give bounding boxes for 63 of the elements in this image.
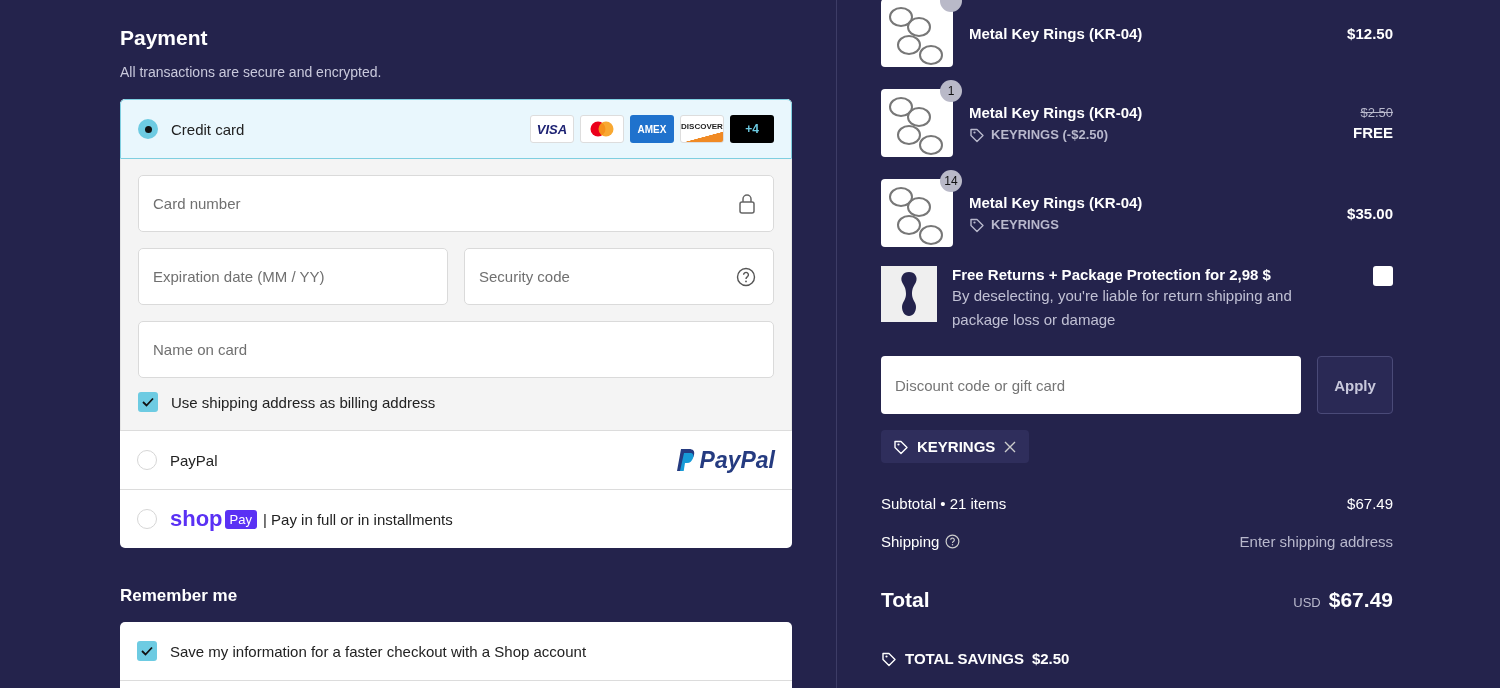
shipping-value: Enter shipping address <box>1239 533 1393 550</box>
visa-logo: VISA <box>530 115 574 143</box>
expiration-date-field[interactable]: Expiration date (MM / YY) <box>138 248 448 305</box>
lock-icon <box>738 193 756 214</box>
item-price: $35.00 <box>1347 204 1393 222</box>
paypal-logo: PayPal <box>675 446 775 474</box>
item-name: Metal Key Rings (KR-04) <box>969 24 1144 42</box>
mastercard-logo <box>580 115 624 143</box>
radio-button[interactable] <box>138 119 158 139</box>
section-title: Payment <box>120 26 209 50</box>
tag-icon <box>969 216 985 233</box>
savings-label: TOTAL SAVINGS <box>905 650 1024 667</box>
item-price: $12.50 <box>1347 24 1393 42</box>
discount-code-field[interactable]: Discount code or gift card <box>881 356 1301 414</box>
payment-method-label[interactable]: PayPal <box>170 451 218 469</box>
savings-value: $2.50 <box>1031 650 1070 667</box>
radio-button[interactable] <box>137 509 157 529</box>
pay-badge: Pay <box>224 509 257 529</box>
key-rings-thumbnail <box>881 0 953 67</box>
name-on-card-field[interactable]: Name on card <box>138 321 774 378</box>
protection-title: Free Returns + Package Protection for 2,98 $ <box>952 266 1272 283</box>
protection-logo <box>881 266 937 322</box>
discount-code: KEYRINGS (-$2.50) <box>991 127 1109 142</box>
total-label: Total <box>881 588 930 612</box>
tag-icon <box>881 650 897 667</box>
quantity-badge: 14 <box>940 170 962 192</box>
discover-logo: DISCOVER <box>680 115 724 143</box>
tag-icon <box>893 438 909 455</box>
apply-button[interactable]: Apply <box>1317 356 1393 414</box>
checkbox-label: Save my information for a faster checkout with a Shop account <box>170 642 587 660</box>
item-price: FREE <box>1353 124 1393 141</box>
total-value: $67.49 <box>1328 588 1393 611</box>
tag-icon <box>969 126 985 143</box>
checkmark-icon <box>141 646 153 656</box>
protection-description: By deselecting, you're liable for return shipping and package loss or damage <box>952 286 1293 330</box>
currency-code: USD <box>1293 595 1321 610</box>
amex-logo: AMEX <box>630 115 674 143</box>
protection-checkbox[interactable] <box>1373 266 1393 286</box>
item-name: Metal Key Rings (KR-04) <box>969 193 1144 211</box>
quantity-badge: 1 <box>940 80 962 102</box>
card-number-field[interactable]: Card number <box>138 175 774 232</box>
checkbox[interactable] <box>138 392 158 412</box>
subtotal-value: $67.49 <box>1347 495 1393 512</box>
applied-code: KEYRINGS <box>917 438 996 455</box>
shipping-label: Shipping <box>881 533 940 550</box>
subtotal-label: Subtotal • 21 items <box>881 495 1007 512</box>
item-name: Metal Key Rings (KR-04) <box>969 103 1144 121</box>
security-code-field[interactable]: Security code <box>464 248 774 305</box>
remove-icon[interactable] <box>1003 439 1018 454</box>
shop-logo: shop <box>170 506 223 532</box>
help-icon[interactable] <box>945 534 961 549</box>
section-subtitle: All transactions are secure and encrypted. <box>120 64 382 80</box>
checkmark-icon <box>142 397 154 407</box>
help-icon <box>736 266 756 287</box>
more-cards-badge: +4 <box>730 115 774 143</box>
payment-method-label[interactable]: Credit card <box>171 120 245 138</box>
radio-button[interactable] <box>137 450 157 470</box>
checkbox[interactable] <box>137 641 157 661</box>
payment-method-label[interactable]: | Pay in full or in installments <box>262 510 453 528</box>
section-title: Remember me <box>120 586 239 606</box>
discount-code: KEYRINGS <box>991 217 1059 232</box>
original-price: $2.50 <box>1360 105 1393 120</box>
checkbox-label: Use shipping address as billing address <box>171 393 436 411</box>
